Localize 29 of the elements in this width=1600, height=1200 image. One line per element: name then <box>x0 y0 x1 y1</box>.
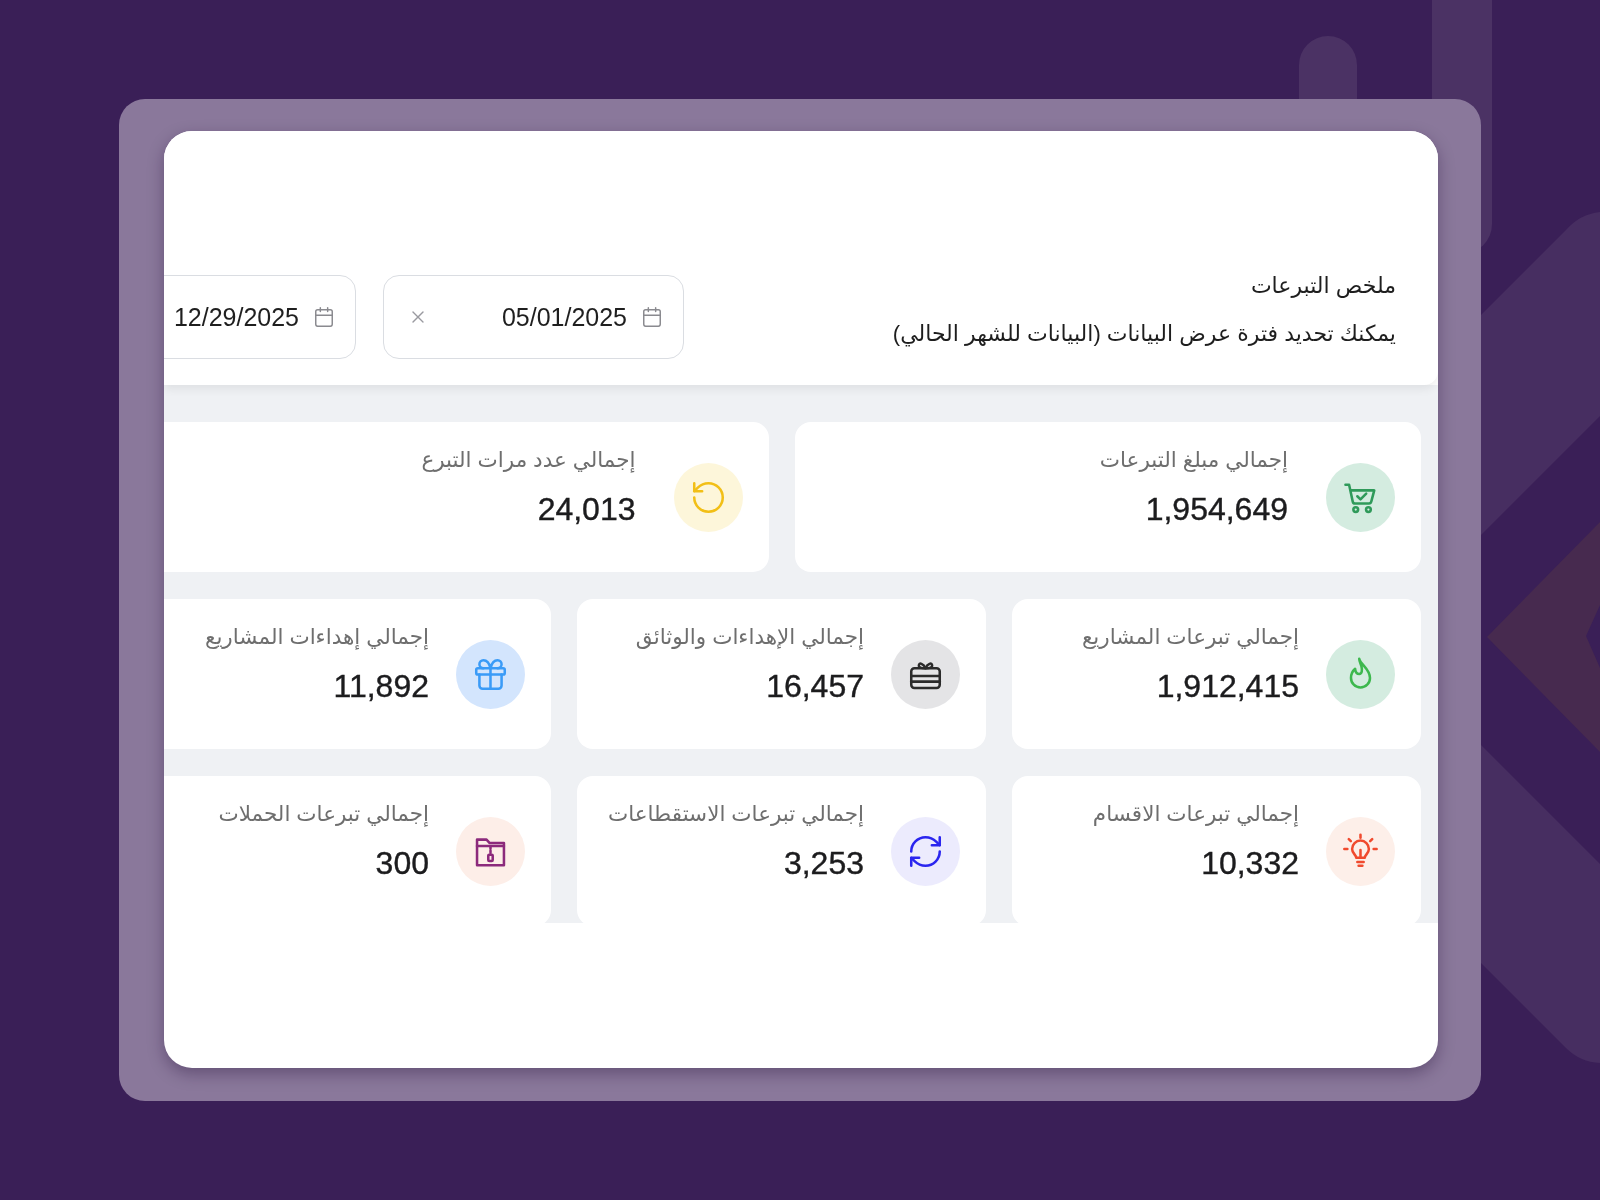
stat-value: 16,457 <box>766 667 864 706</box>
summary-subtitle: يمكنك تحديد فترة عرض البيانات (البيانات للشهر الحالي) <box>892 320 1396 348</box>
zip-folder-icon <box>456 816 525 886</box>
stat-value: 300 <box>375 844 429 883</box>
cart-check-icon <box>1326 462 1395 532</box>
stat-label: إجمالي تبرعات المشاريع <box>1081 624 1299 651</box>
stat-value: 11,892 <box>333 667 429 706</box>
stat-value: 1,912,415 <box>1156 667 1299 706</box>
date-field[interactable]: 12/29/2025 <box>164 275 356 359</box>
date-field[interactable]: 05/01/2025 <box>383 275 684 359</box>
stat-label: إجمالي تبرعات الحملات <box>218 801 429 828</box>
lightbulb-icon <box>1326 816 1395 886</box>
stat-label: إجمالي الإهداءات والوثائق <box>635 624 864 651</box>
summary-title: ملخص التبرعات <box>1250 272 1396 300</box>
calendar-icon <box>641 306 663 328</box>
stat-label: إجمالي مبلغ التبرعات <box>1099 447 1288 474</box>
calendar-icon <box>313 306 335 328</box>
gift-icon <box>456 639 525 709</box>
stat-value: 1,954,649 <box>1145 490 1288 529</box>
stat-label: إجمالي تبرعات الاستقطاعات <box>607 801 864 828</box>
gift-card-icon <box>891 639 960 709</box>
stat-value: 3,253 <box>783 844 864 883</box>
stat-value: 10,332 <box>1201 844 1299 883</box>
stat-label: إجمالي تبرعات الاقسام <box>1092 801 1299 828</box>
stat-label: إجمالي إهداءات المشاريع <box>204 624 429 651</box>
refresh-icon <box>891 816 960 886</box>
flame-icon <box>1326 639 1395 709</box>
stat-value: 24,013 <box>537 490 636 529</box>
stat-label: إجمالي عدد مرات التبرع <box>421 447 636 474</box>
